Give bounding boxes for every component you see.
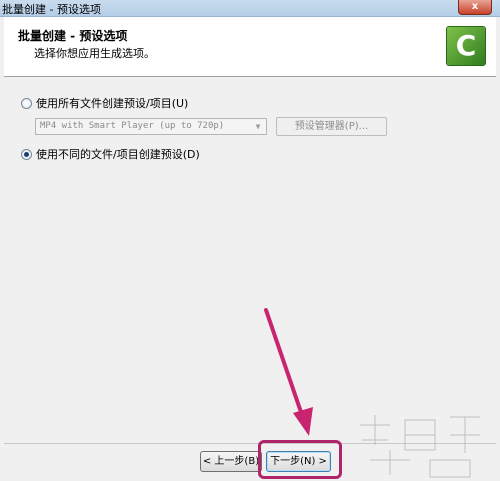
radio-all-files[interactable]: 使用所有文件创建预设/项目(U) — [21, 95, 188, 111]
wizard-header: 批量创建 - 预设选项 选择你想应用生成选项。 C — [4, 17, 496, 77]
chevron-down-icon: ▼ — [255, 122, 261, 131]
preset-manager-button: 预设管理器(P)... — [276, 117, 387, 136]
window-titlebar: 批量创建 - 预设选项 x — [0, 0, 500, 17]
watermark — [360, 415, 480, 478]
radio-different-files-label: 使用不同的文件/项目创建预设(D) — [36, 148, 200, 161]
radio-all-files-label: 使用所有文件创建预设/项目(U) — [36, 97, 189, 110]
camtasia-logo-icon: C — [447, 27, 485, 65]
radio-different-files-indicator[interactable] — [21, 148, 32, 160]
window-title: 批量创建 - 预设选项 — [2, 3, 101, 16]
wizard-body: 使用所有文件创建预设/项目(U) MP4 with Smart Player (… — [4, 78, 496, 443]
close-button[interactable]: x — [458, 0, 492, 15]
preset-select-value: MP4 with Smart Player (up to 720p) — [40, 121, 225, 131]
page-title: 批量创建 - 预设选项 — [18, 29, 128, 43]
preset-select: MP4 with Smart Player (up to 720p) ▼ — [35, 118, 267, 135]
radio-different-files[interactable]: 使用不同的文件/项目创建预设(D) — [21, 146, 200, 162]
close-icon: x — [471, 1, 479, 12]
prev-button[interactable]: < 上一步(B) — [200, 451, 262, 472]
radio-all-files-indicator[interactable] — [21, 97, 32, 109]
annotation-highlight-box — [258, 440, 342, 479]
logo-letter: C — [455, 29, 477, 62]
page-subtitle: 选择你想应用生成选项。 — [34, 47, 155, 60]
